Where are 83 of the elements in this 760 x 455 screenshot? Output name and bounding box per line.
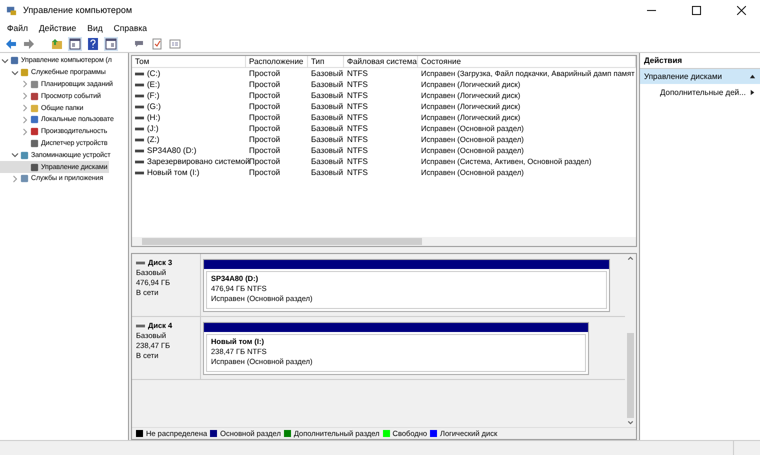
scroll-down-icon[interactable]	[625, 418, 636, 427]
table-cell-text: Базовый	[310, 146, 344, 155]
table-cell-text: Базовый	[310, 69, 344, 78]
table-cell: (H:)	[147, 113, 160, 122]
column-header[interactable]: Расположение	[246, 56, 308, 67]
table-cell: (C:)	[147, 69, 160, 78]
menu-item[interactable]: Справка	[114, 22, 148, 32]
table-cell-text: Базовый	[310, 80, 344, 89]
table-cell-text: Простой	[248, 91, 282, 100]
panel-icon[interactable]	[68, 36, 82, 50]
chevron-down-icon[interactable]	[11, 151, 19, 160]
table-cell-text: Простой	[248, 80, 282, 89]
properties-icon[interactable]	[168, 36, 182, 50]
horizontal-scrollbar[interactable]	[132, 237, 636, 246]
vertical-scrollbar[interactable]	[625, 254, 636, 427]
table-cell-text: NTFS	[346, 91, 369, 100]
table-cell-text: NTFS	[346, 80, 369, 89]
table-cell-text: NTFS	[346, 113, 369, 122]
table-cell-text: Простой	[248, 102, 282, 111]
table-cell: (J:)	[147, 124, 159, 133]
table-cell: (F:)	[147, 91, 160, 100]
checked-document-icon[interactable]	[150, 36, 164, 50]
table-cell: Новый том (I:)	[147, 168, 200, 177]
window-title: Управление компьютером	[23, 5, 132, 15]
table-cell: (Z:)	[147, 135, 160, 144]
menu-item[interactable]: Действие	[38, 22, 76, 32]
menu-item[interactable]: Вид	[87, 22, 103, 32]
table-cell-text: NTFS	[346, 124, 369, 133]
table-cell: SP34A80 (D:)	[147, 146, 196, 155]
close-icon[interactable]	[737, 6, 746, 14]
column-header[interactable]: Состояние	[418, 56, 636, 67]
app-icon	[6, 4, 17, 16]
tree-node-icon	[30, 162, 39, 172]
table-cell-text: Базовый	[310, 102, 344, 111]
table-cell-text: NTFS	[346, 157, 369, 166]
table-cell-text: Базовый	[310, 91, 344, 100]
table-cell-text: NTFS	[346, 102, 369, 111]
panel-icon[interactable]	[104, 36, 118, 50]
triangle-right-icon	[749, 89, 756, 96]
table-cell-text: Простой	[248, 69, 282, 78]
tree-node-icon	[30, 80, 39, 89]
table-cell: Зарезервировано системой	[147, 157, 250, 166]
scroll-up-icon[interactable]	[625, 254, 636, 263]
table-cell-text: NTFS	[346, 168, 369, 177]
table-cell: (G:)	[147, 102, 161, 111]
table-cell-text: Базовый	[310, 168, 344, 177]
tree-node-icon	[20, 174, 29, 184]
table-cell-text: Простой	[248, 135, 282, 144]
table-cell-text: NTFS	[346, 146, 369, 155]
triangle-up-icon[interactable]	[749, 73, 756, 80]
tree-node-icon	[30, 92, 39, 101]
actions-section[interactable]: Управление дисками	[640, 69, 760, 84]
tree-node-icon	[30, 115, 39, 124]
forward-arrow-icon[interactable]	[22, 36, 36, 50]
drive-icon	[136, 261, 145, 265]
table-cell-text: Базовый	[310, 135, 344, 144]
column-header[interactable]: Том	[132, 56, 246, 67]
table-cell-text: NTFS	[346, 69, 369, 78]
column-header[interactable]: Тип	[308, 56, 344, 67]
table-cell-text: Простой	[248, 146, 282, 155]
tree-node-icon	[30, 127, 39, 136]
table-cell-text: Базовый	[310, 113, 344, 122]
table-cell-text: NTFS	[346, 135, 369, 144]
folder-icon[interactable]	[50, 36, 64, 50]
menu-item[interactable]: Файл	[7, 22, 28, 32]
help-icon[interactable]	[86, 36, 100, 50]
tree-node-icon	[20, 150, 29, 160]
tree-node-icon	[20, 68, 29, 78]
table-cell-text: Простой	[248, 168, 282, 177]
action-item[interactable]: Дополнительные дей...	[640, 84, 760, 101]
drive-icon	[136, 324, 145, 328]
back-arrow-icon[interactable]	[4, 36, 18, 50]
tree-node-icon	[30, 104, 39, 113]
column-header[interactable]: Файловая система	[344, 56, 418, 67]
table-cell-text: Простой	[248, 124, 282, 133]
table-cell-text: Базовый	[310, 124, 344, 133]
tree-node-icon	[10, 56, 19, 66]
maximize-icon[interactable]	[692, 6, 701, 14]
table-cell: (E:)	[147, 80, 160, 89]
table-cell-text: Простой	[248, 113, 282, 122]
tree-node-icon	[30, 138, 39, 148]
chevron-right-icon[interactable]	[11, 174, 19, 183]
table-cell-text: Базовый	[310, 157, 344, 166]
